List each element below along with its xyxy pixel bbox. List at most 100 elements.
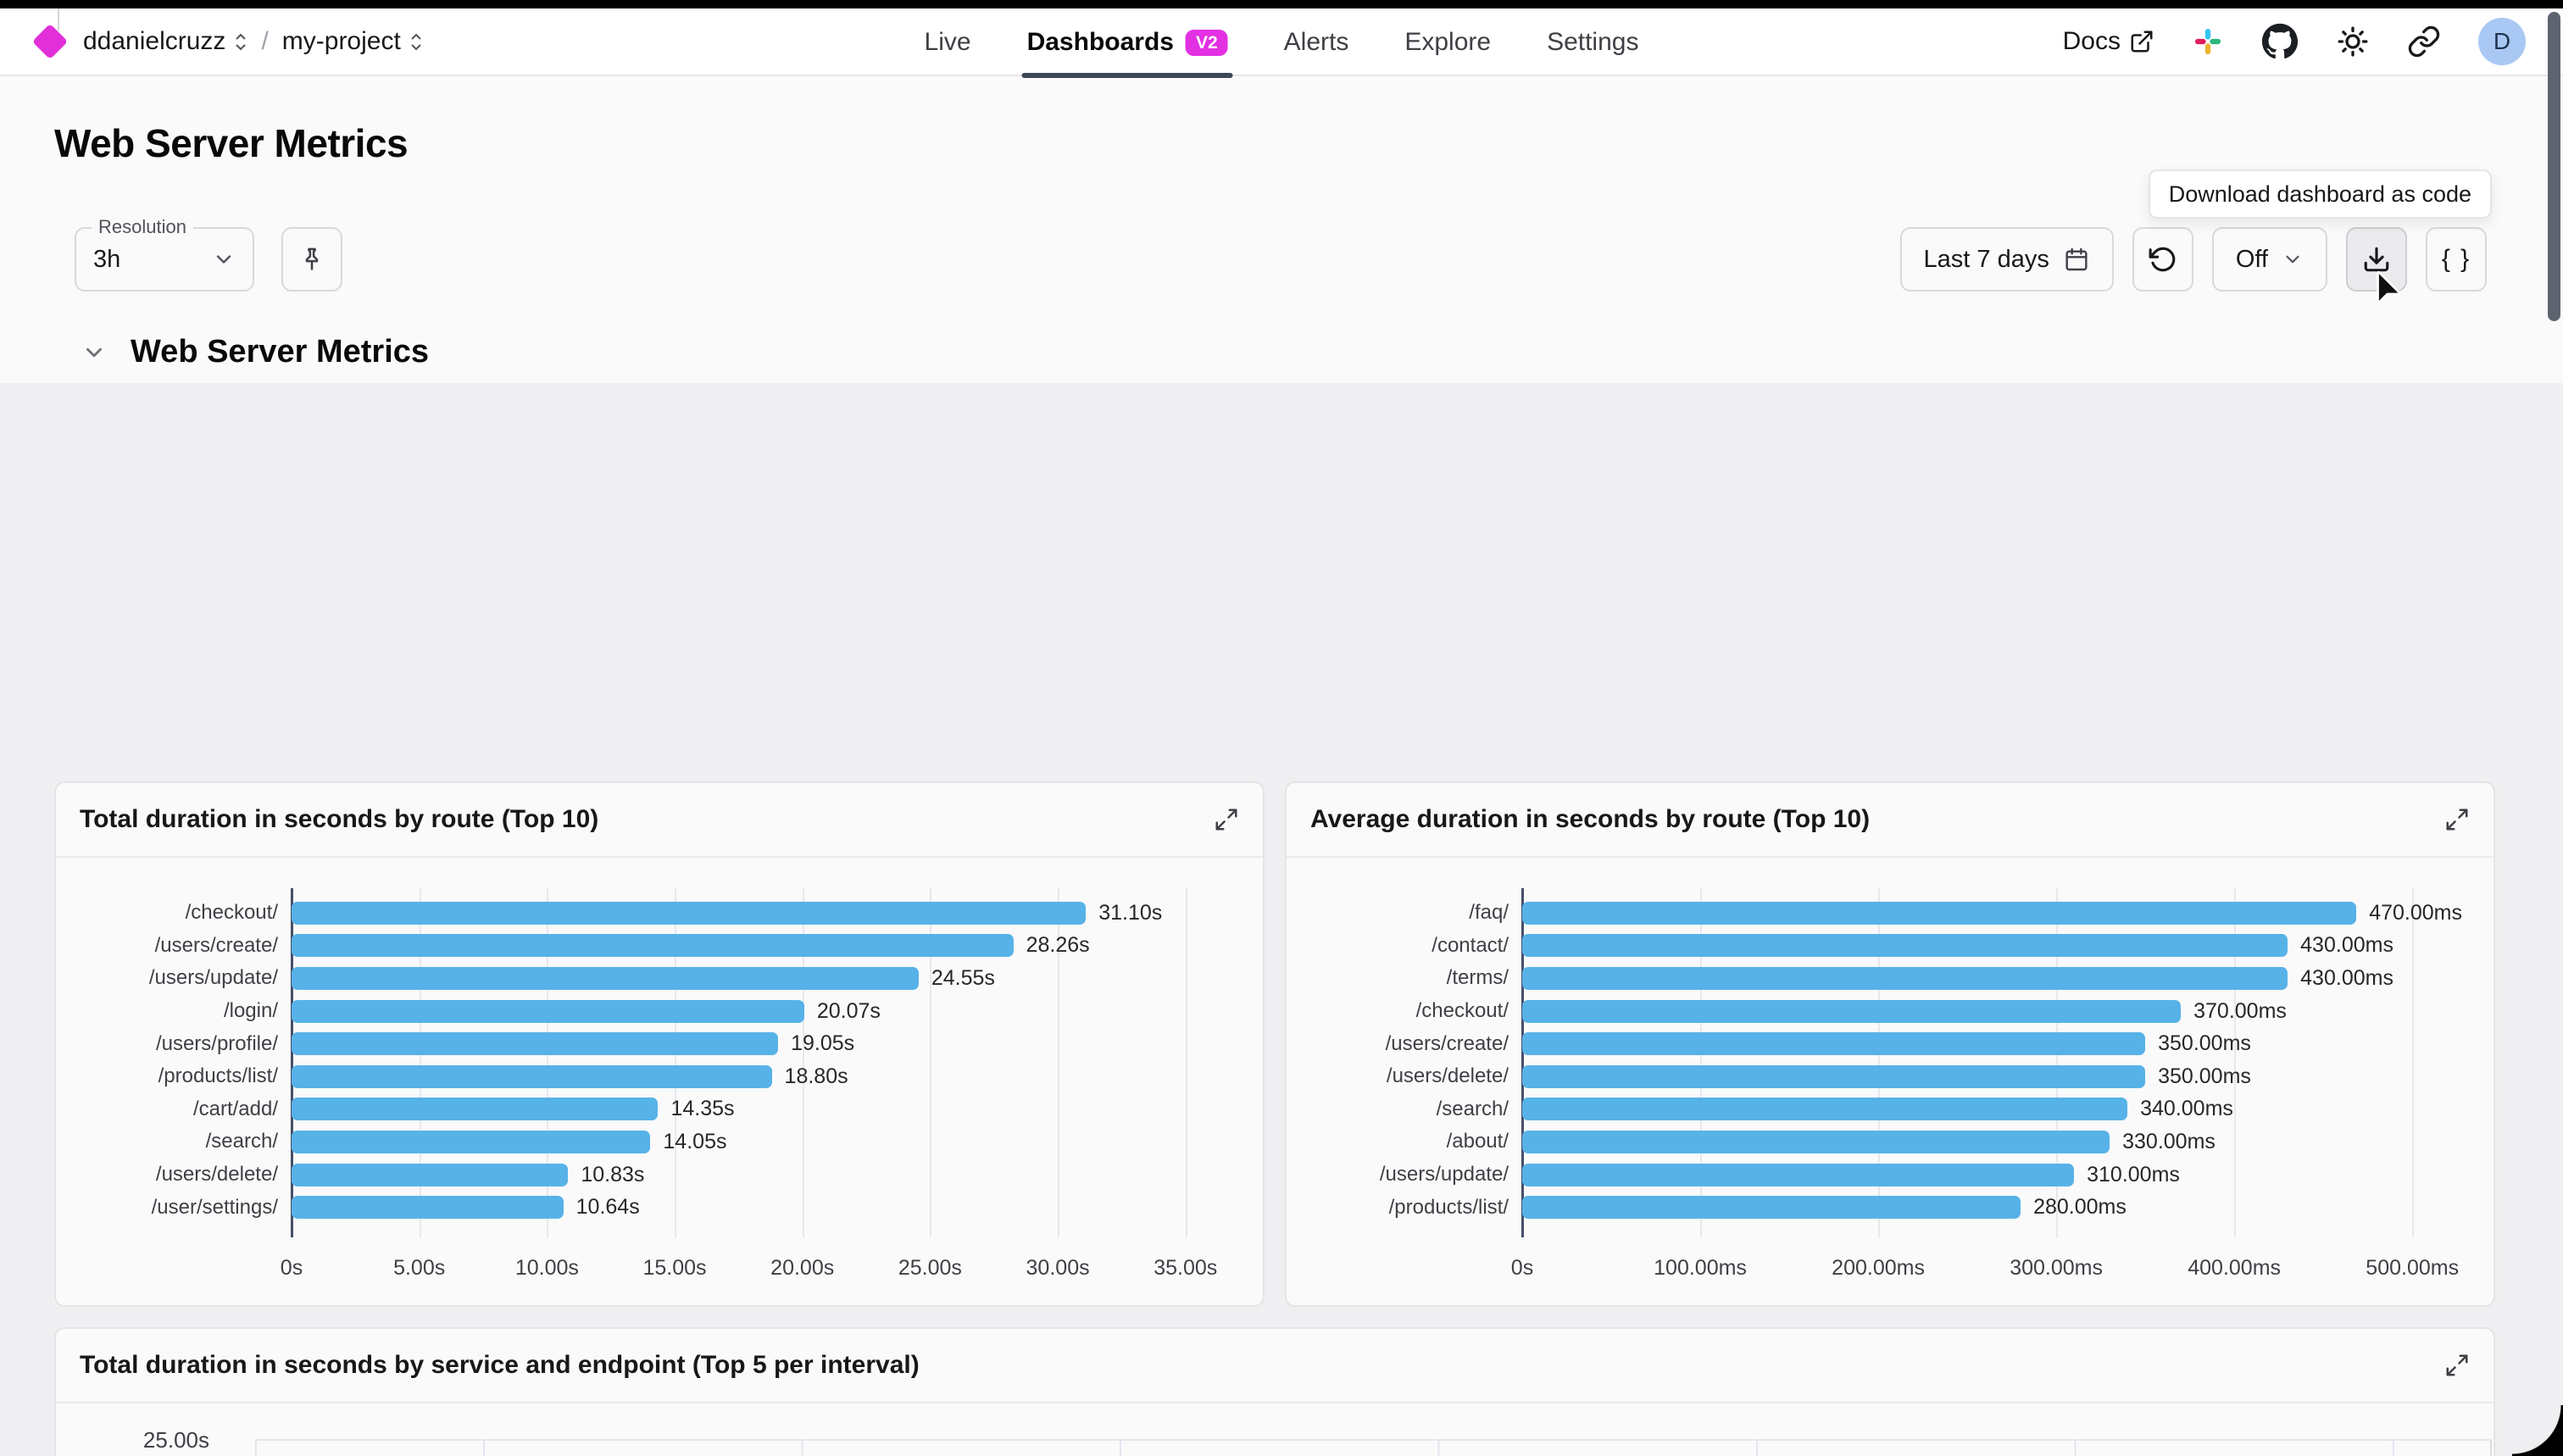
project-name: my-project (282, 27, 401, 56)
category-label: /user/settings/ (76, 1196, 278, 1220)
area-chart-plot: 0s5.00s10.00s15.00s20.00s25.00s06/1806/1… (56, 1403, 2494, 1456)
category-label: /cart/add/ (76, 1098, 278, 1121)
category-label: /users/update/ (1307, 1163, 1509, 1186)
category-label: /products/list/ (1307, 1196, 1509, 1220)
time-range-button[interactable]: Last 7 days (1900, 227, 2114, 292)
bar-row: /users/delete/10.83s (76, 1159, 1231, 1192)
bar-row: /products/list/18.80s (76, 1060, 1231, 1093)
resolution-label: Resolution (92, 216, 193, 238)
bar-track: 310.00ms (1522, 1159, 2462, 1192)
tab-dashboards[interactable]: Dashboards V2 (1027, 8, 1228, 76)
x-tick-label: 20.00s (770, 1256, 834, 1281)
auto-refresh-select[interactable]: Off (2212, 227, 2327, 292)
bar (292, 967, 919, 990)
bar-row: /users/update/24.55s (76, 962, 1231, 995)
chart-title: Total duration in seconds by service and… (80, 1351, 920, 1380)
v2-badge: V2 (1186, 30, 1228, 56)
value-label: 430.00ms (2300, 933, 2393, 958)
org-name: ddanielcruzz (83, 27, 225, 56)
nav-actions: Docs D (2063, 18, 2526, 65)
bar-track: 430.00ms (1522, 930, 2462, 963)
window-corner (2512, 1405, 2563, 1456)
pin-icon (297, 245, 326, 274)
bar-track: 370.00ms (1522, 995, 2462, 1028)
top-nav: ddanielcruzz / my-project Live Dashboard… (0, 8, 2563, 76)
value-label: 20.07s (817, 999, 881, 1024)
x-tick-label: 0s (1511, 1256, 1533, 1281)
category-label: /users/create/ (1307, 1032, 1509, 1056)
github-icon[interactable] (2261, 23, 2299, 60)
bar (1522, 1000, 2181, 1023)
x-tick-label: 15.00s (643, 1256, 707, 1281)
expand-chart-button[interactable] (2444, 1353, 2470, 1378)
value-label: 350.00ms (2158, 1031, 2251, 1056)
tab-explore[interactable]: Explore (1404, 8, 1491, 76)
refresh-button[interactable] (2132, 227, 2193, 292)
resolution-select[interactable]: Resolution 3h (75, 227, 254, 292)
bar (1522, 1131, 2110, 1153)
tab-alerts[interactable]: Alerts (1284, 8, 1349, 76)
value-label: 470.00ms (2369, 901, 2462, 925)
bar (292, 1032, 778, 1055)
scrollbar-thumb[interactable] (2548, 12, 2560, 321)
bar-row: /users/create/350.00ms (1307, 1027, 2462, 1060)
expand-chart-button[interactable] (2444, 807, 2470, 832)
bar-track: 470.00ms (1522, 897, 2462, 930)
mouse-cursor (2369, 268, 2408, 307)
bar-row: /checkout/370.00ms (1307, 995, 2462, 1028)
chart-title: Average duration in seconds by route (To… (1310, 805, 1870, 834)
x-tick-label: 30.00s (1026, 1256, 1090, 1281)
bar (1522, 967, 2288, 990)
project-switcher[interactable]: my-project (282, 27, 423, 56)
chevron-down-icon (212, 247, 236, 271)
section-header[interactable]: Web Server Metrics (81, 334, 429, 370)
org-switcher[interactable]: ddanielcruzz (83, 27, 247, 56)
category-label: /search/ (76, 1130, 278, 1153)
app-window: ddanielcruzz / my-project Live Dashboard… (0, 0, 2563, 1456)
bar-track: 20.07s (292, 995, 1231, 1028)
area-chart: 0s5.00s10.00s15.00s20.00s25.00s06/1806/1… (56, 1403, 2494, 1456)
bar-track: 28.26s (292, 930, 1231, 963)
docs-link[interactable]: Docs (2063, 27, 2154, 56)
bar-track: 350.00ms (1522, 1027, 2462, 1060)
breadcrumb-separator: / (261, 27, 268, 56)
bar-row: /users/profile/19.05s (76, 1027, 1231, 1060)
chart-title: Total duration in seconds by route (Top … (80, 805, 598, 834)
bar-track: 14.35s (292, 1093, 1231, 1126)
card-header: Total duration in seconds by route (Top … (56, 783, 1263, 858)
expand-chart-button[interactable] (1214, 807, 1239, 832)
x-tick-label: 400.00ms (2188, 1256, 2281, 1281)
x-tick-label: 5.00s (393, 1256, 445, 1281)
tab-live[interactable]: Live (925, 8, 971, 76)
brand-logo-icon[interactable] (32, 24, 68, 59)
bar (1522, 934, 2288, 957)
bar-track: 430.00ms (1522, 962, 2462, 995)
bar (1522, 1098, 2127, 1120)
bar-row: /user/settings/10.64s (76, 1191, 1231, 1224)
value-label: 430.00ms (2300, 966, 2393, 991)
category-label: /faq/ (1307, 901, 1509, 925)
x-tick-label: 300.00ms (2010, 1256, 2103, 1281)
value-label: 28.26s (1026, 933, 1090, 958)
bar-track: 10.83s (292, 1159, 1231, 1192)
chart-card-total-duration-by-route: Total duration in seconds by route (Top … (54, 781, 1265, 1307)
share-link-icon[interactable] (2407, 25, 2441, 58)
x-tick-label: 500.00ms (2366, 1256, 2459, 1281)
slack-icon[interactable] (2192, 25, 2224, 58)
value-label: 370.00ms (2193, 999, 2287, 1024)
x-tick-label: 35.00s (1154, 1256, 1217, 1281)
category-label: /login/ (76, 999, 278, 1023)
bar (292, 1131, 650, 1153)
dashboard-json-button[interactable]: { } (2426, 227, 2487, 292)
category-label: /users/profile/ (76, 1032, 278, 1056)
bar-row: /users/delete/350.00ms (1307, 1060, 2462, 1093)
pin-dashboard-button[interactable] (281, 227, 342, 292)
category-label: /users/delete/ (1307, 1064, 1509, 1088)
bar-track: 31.10s (292, 897, 1231, 930)
theme-toggle-sun-icon[interactable] (2336, 25, 2370, 58)
user-avatar[interactable]: D (2478, 18, 2526, 65)
category-label: /checkout/ (1307, 999, 1509, 1023)
chevron-down-icon (81, 340, 107, 365)
tab-settings[interactable]: Settings (1547, 8, 1638, 76)
bar-track: 280.00ms (1522, 1191, 2462, 1224)
